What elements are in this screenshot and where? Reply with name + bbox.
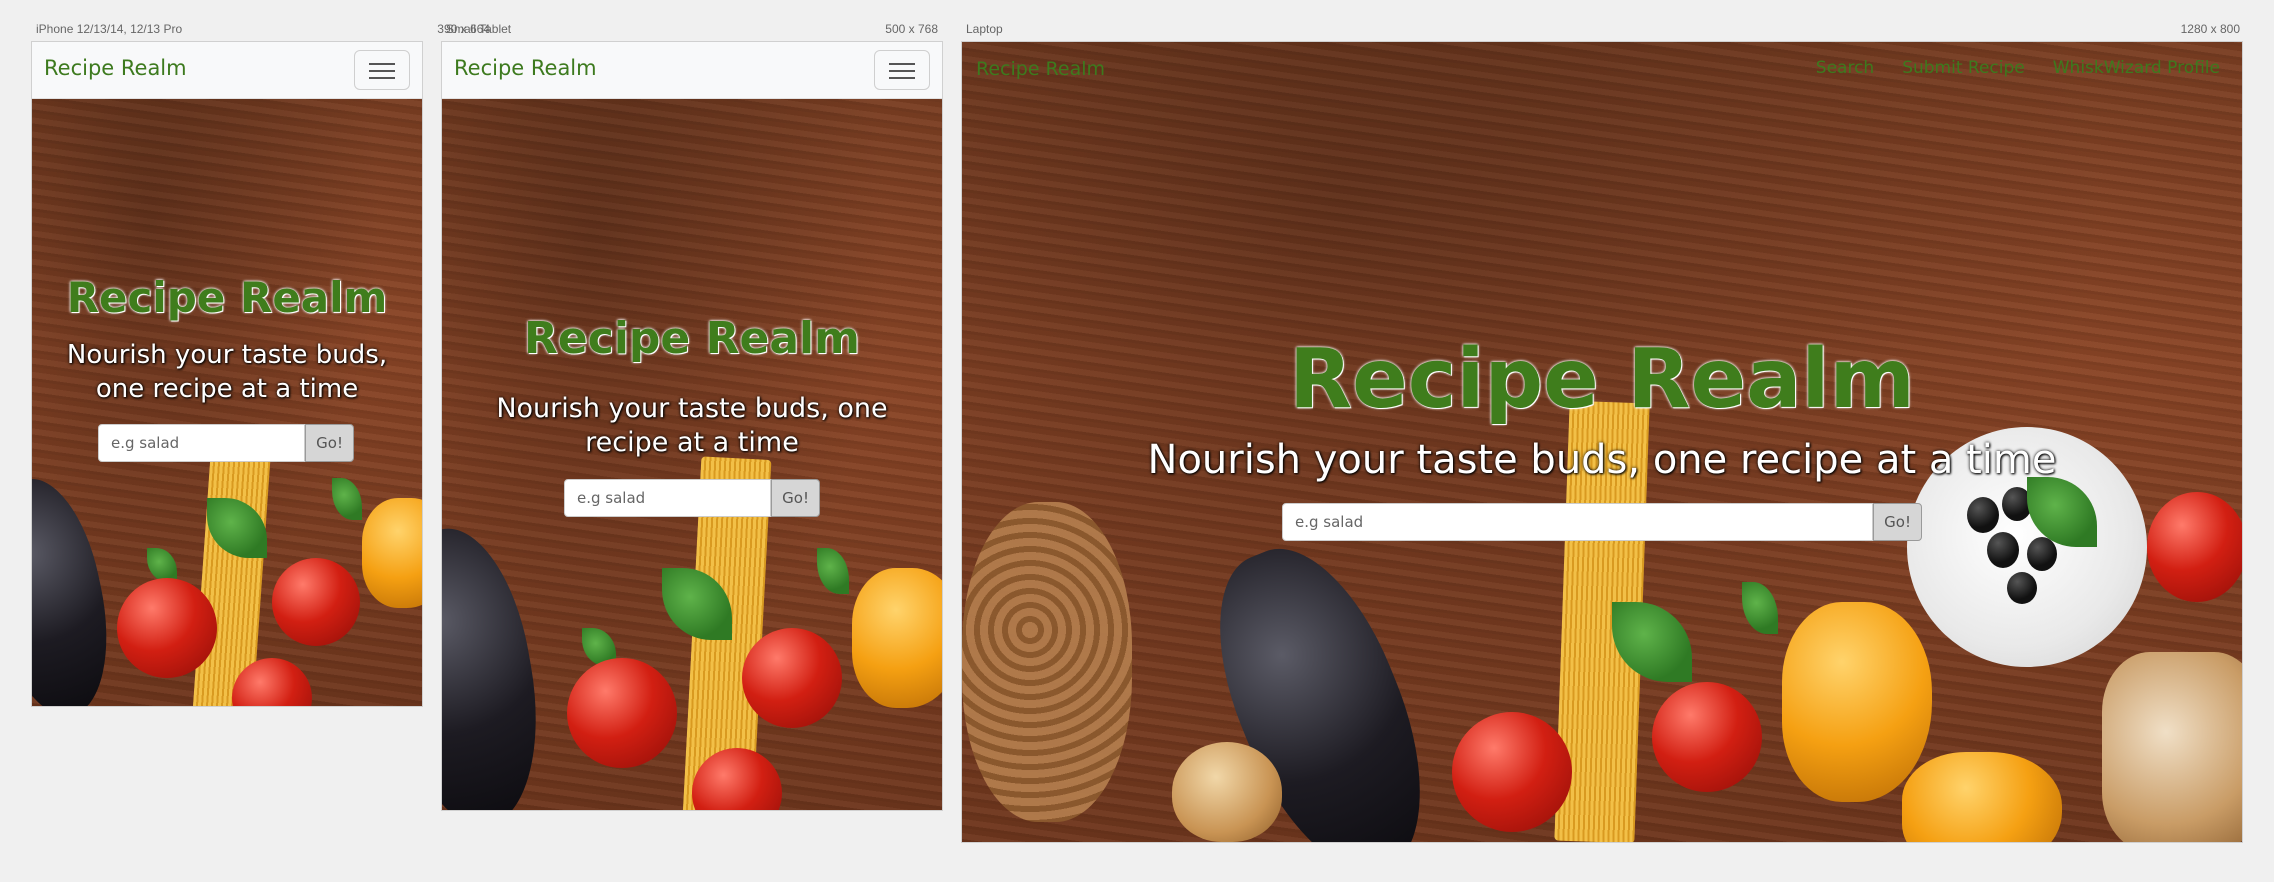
navbar-brand[interactable]: Recipe Realm: [454, 56, 597, 80]
nav-link-search[interactable]: Search: [1816, 58, 1874, 78]
basil-leaf-image: [817, 548, 849, 594]
device-iphone: Recipe Realm Nourish your taste buds, on…: [32, 42, 422, 706]
yellow-pepper-image: [1782, 602, 1932, 802]
hero-subtitle: Nourish your taste buds, one recipe at a…: [66, 340, 388, 404]
yellow-pepper-image: [362, 498, 422, 608]
tomato-image: [567, 658, 677, 768]
search-go-button[interactable]: Go!: [305, 424, 354, 462]
tomato-image: [2147, 492, 2242, 602]
hero-section: Recipe Realm Nourish your taste buds, on…: [32, 98, 422, 706]
nav-link-profile[interactable]: WhiskWizard Profile: [2053, 58, 2220, 78]
search-go-button[interactable]: Go!: [771, 479, 820, 517]
yellow-pepper-image: [1902, 752, 2062, 842]
macaroni-image: [962, 502, 1132, 822]
basil-leaf-image: [332, 478, 362, 520]
search-input[interactable]: [564, 479, 772, 517]
frame-size-laptop: 1280 x 800: [2180, 22, 2240, 36]
basil-leaf-image: [147, 548, 177, 582]
device-tablet: Recipe Realm Nourish your taste buds, on…: [442, 42, 942, 810]
navbar-toggle-button[interactable]: [874, 50, 930, 90]
search-go-button[interactable]: Go!: [1873, 503, 1922, 541]
tomato-image: [1452, 712, 1572, 832]
search-form: Go!: [98, 424, 354, 462]
hero-subtitle: Nourish your taste buds, one recipe at a…: [1147, 437, 2057, 483]
eggplant-image: [32, 469, 126, 706]
hero-title: Recipe Realm: [524, 313, 860, 364]
tomato-image: [1652, 682, 1762, 792]
yellow-pepper-image: [852, 568, 942, 708]
tomato-image: [272, 558, 360, 646]
hero-title: Recipe Realm: [1289, 332, 1915, 427]
device-laptop: Recipe Realm Nourish your taste buds, on…: [962, 42, 2242, 842]
frame-label-laptop: Laptop: [966, 22, 1003, 36]
onion-image: [1172, 742, 1282, 842]
hero-section: Recipe Realm Nourish your taste buds, on…: [442, 98, 942, 810]
bread-image: [2102, 652, 2242, 842]
search-input[interactable]: [98, 424, 306, 462]
navbar: Recipe Realm: [32, 42, 422, 99]
basil-leaf-image: [1742, 582, 1778, 634]
frame-label-tablet: Small Tablet: [446, 22, 512, 36]
hero-section: Recipe Realm Nourish your taste buds, on…: [962, 42, 2242, 842]
search-form: Go!: [564, 479, 820, 517]
navbar-brand[interactable]: Recipe Realm: [976, 58, 1105, 80]
navbar-toggle-button[interactable]: [354, 50, 410, 90]
frame-label-iphone: iPhone 12/13/14, 12/13 Pro: [36, 22, 183, 36]
hero-title: Recipe Realm: [66, 273, 388, 322]
hero-subtitle: Nourish your taste buds, one recipe at a…: [496, 393, 888, 458]
search-input[interactable]: [1282, 503, 1874, 541]
search-form: Go!: [1282, 503, 1922, 541]
tomato-image: [742, 628, 842, 728]
tomato-image: [117, 578, 217, 678]
navbar: Recipe Realm: [442, 42, 942, 99]
nav-link-submit-recipe[interactable]: Submit Recipe: [1902, 58, 2025, 78]
navbar-brand[interactable]: Recipe Realm: [44, 56, 187, 80]
frame-size-tablet: 500 x 768: [885, 22, 938, 36]
navbar-links: Search Submit Recipe WhiskWizard Profile: [1816, 58, 2220, 78]
eggplant-image: [442, 518, 557, 810]
